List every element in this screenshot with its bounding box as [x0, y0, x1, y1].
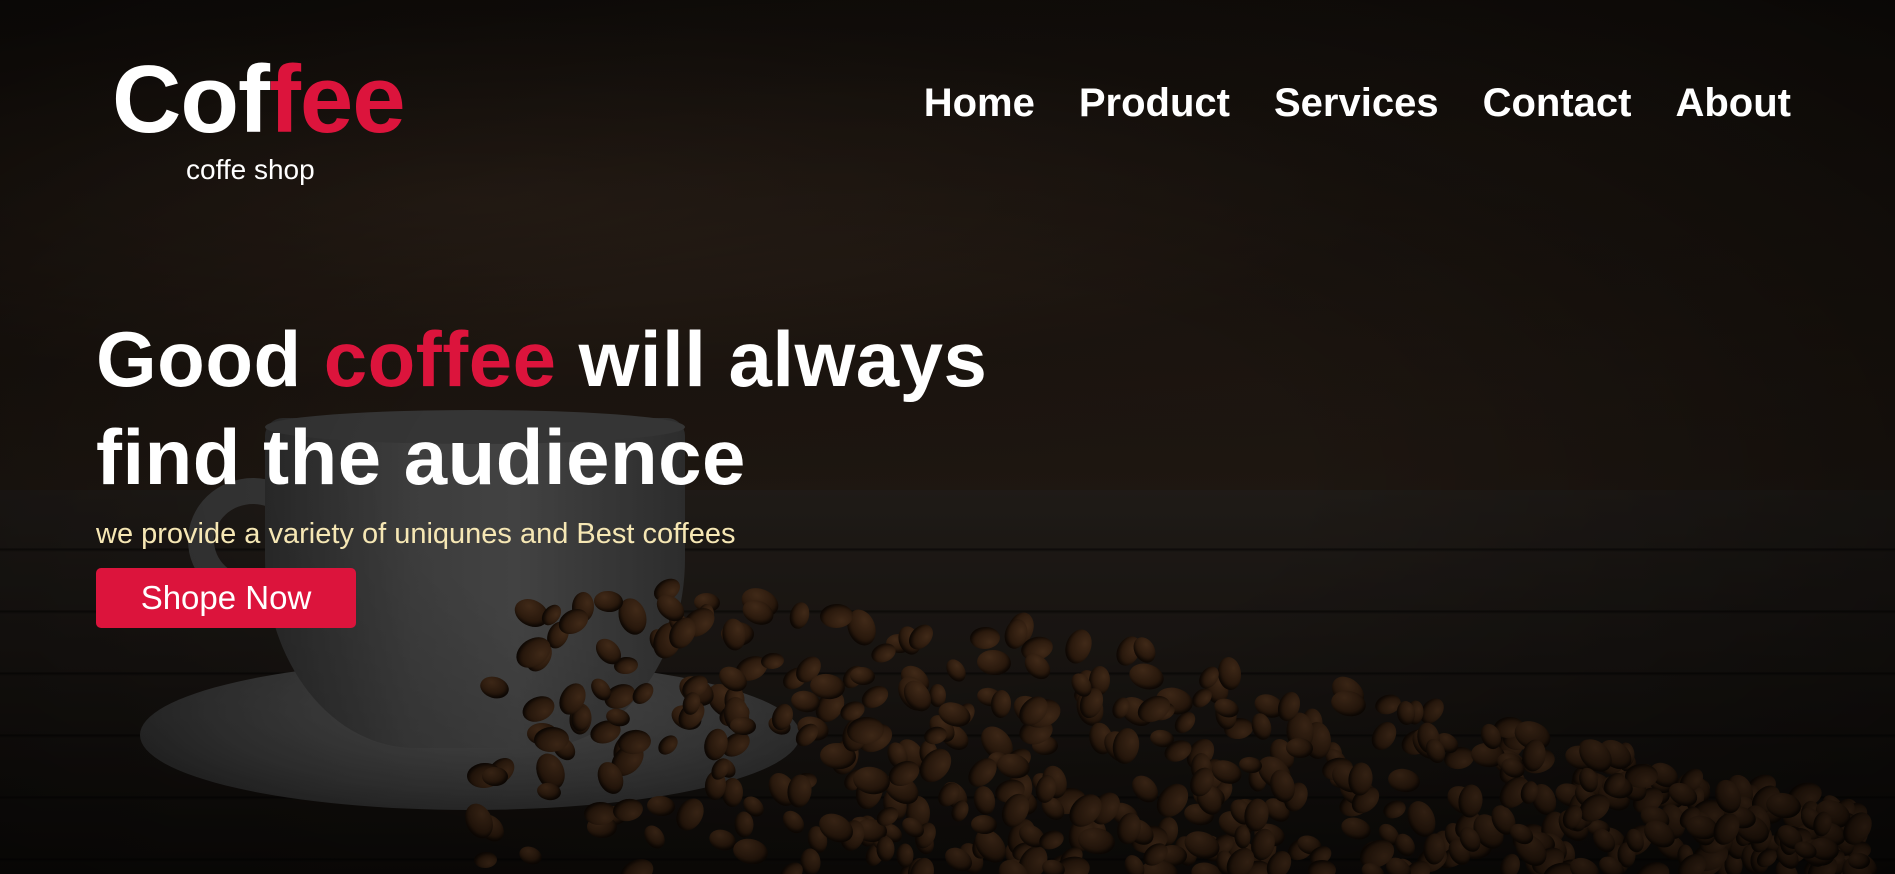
nav-link-about[interactable]: About: [1675, 78, 1791, 128]
logo[interactable]: Coffee coffe shop: [112, 52, 406, 186]
logo-title: Coffee: [112, 52, 406, 148]
logo-subtitle: coffe shop: [186, 154, 315, 185]
logo-title-accent: fee: [268, 46, 406, 153]
shop-now-button[interactable]: Shope Now: [96, 568, 356, 628]
nav-link-contact[interactable]: Contact: [1483, 78, 1632, 128]
hero-section: Good coffee will always find the audience…: [96, 310, 1096, 628]
landing-page: Coffee coffe shop Home Product Services …: [0, 0, 1895, 874]
main-nav: Home Product Services Contact About: [924, 78, 1791, 128]
nav-link-product[interactable]: Product: [1079, 78, 1230, 128]
hero-title: Good coffee will always find the audience: [96, 310, 1096, 506]
hero-title-line2: find the audience: [96, 413, 746, 501]
hero-title-part1: Good: [96, 315, 324, 403]
hero-title-accent: coffee: [323, 315, 557, 403]
nav-link-home[interactable]: Home: [924, 78, 1035, 128]
hero-title-part2: will always: [556, 315, 988, 403]
logo-title-start: Cof: [112, 46, 270, 153]
nav-link-services[interactable]: Services: [1274, 78, 1439, 128]
hero-subtitle: we provide a variety of uniqunes and Bes…: [96, 518, 736, 550]
